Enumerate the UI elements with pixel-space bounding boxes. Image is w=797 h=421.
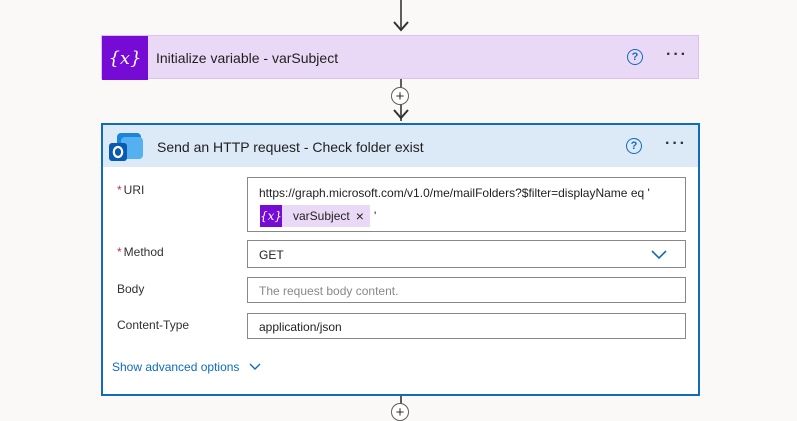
connector-arrow-middle [393, 109, 409, 120]
show-advanced-options-link[interactable]: Show advanced options [112, 360, 261, 374]
outlook-icon [109, 133, 143, 161]
initialize-variable-action[interactable]: {x} Initialize variable - varSubject ? ·… [101, 35, 699, 80]
chevron-down-icon [249, 363, 261, 370]
uri-label: * URI [117, 183, 145, 197]
uri-input[interactable]: https://graph.microsoft.com/v1.0/me/mail… [247, 177, 686, 232]
token-label: varSubject [293, 209, 350, 223]
more-options-icon[interactable]: ··· [666, 46, 688, 64]
variable-icon: {x} [102, 36, 148, 80]
content-type-value: application/json [259, 320, 342, 334]
close-icon[interactable]: × [356, 208, 364, 224]
help-icon[interactable]: ? [627, 49, 643, 65]
body-input[interactable]: The request body content. [247, 277, 686, 303]
variable-action-title: Initialize variable - varSubject [156, 50, 339, 66]
uri-text: https://graph.microsoft.com/v1.0/me/mail… [259, 186, 650, 200]
insert-step-button[interactable]: + [391, 403, 409, 421]
connector-arrow-top [393, 21, 409, 32]
uri-trailing-text: ' [374, 209, 377, 223]
varsubject-token[interactable]: {x} varSubject × [260, 205, 370, 227]
method-label: * Method [117, 245, 164, 259]
send-http-request-action[interactable]: Send an HTTP request - Check folder exis… [101, 123, 700, 396]
http-action-title: Send an HTTP request - Check folder exis… [157, 139, 424, 155]
more-options-icon[interactable]: ··· [665, 135, 687, 153]
body-placeholder: The request body content. [259, 284, 399, 298]
method-value: GET [259, 248, 284, 262]
content-type-input[interactable]: application/json [247, 313, 686, 339]
help-icon[interactable]: ? [626, 138, 642, 154]
chevron-down-icon[interactable] [651, 250, 667, 260]
http-action-header[interactable]: Send an HTTP request - Check folder exis… [103, 125, 698, 167]
body-label: Body [117, 282, 145, 296]
method-select[interactable]: GET [247, 240, 686, 268]
variable-icon: {x} [260, 205, 282, 227]
insert-step-button[interactable]: + [391, 87, 409, 105]
content-type-label: Content-Type [117, 318, 190, 332]
